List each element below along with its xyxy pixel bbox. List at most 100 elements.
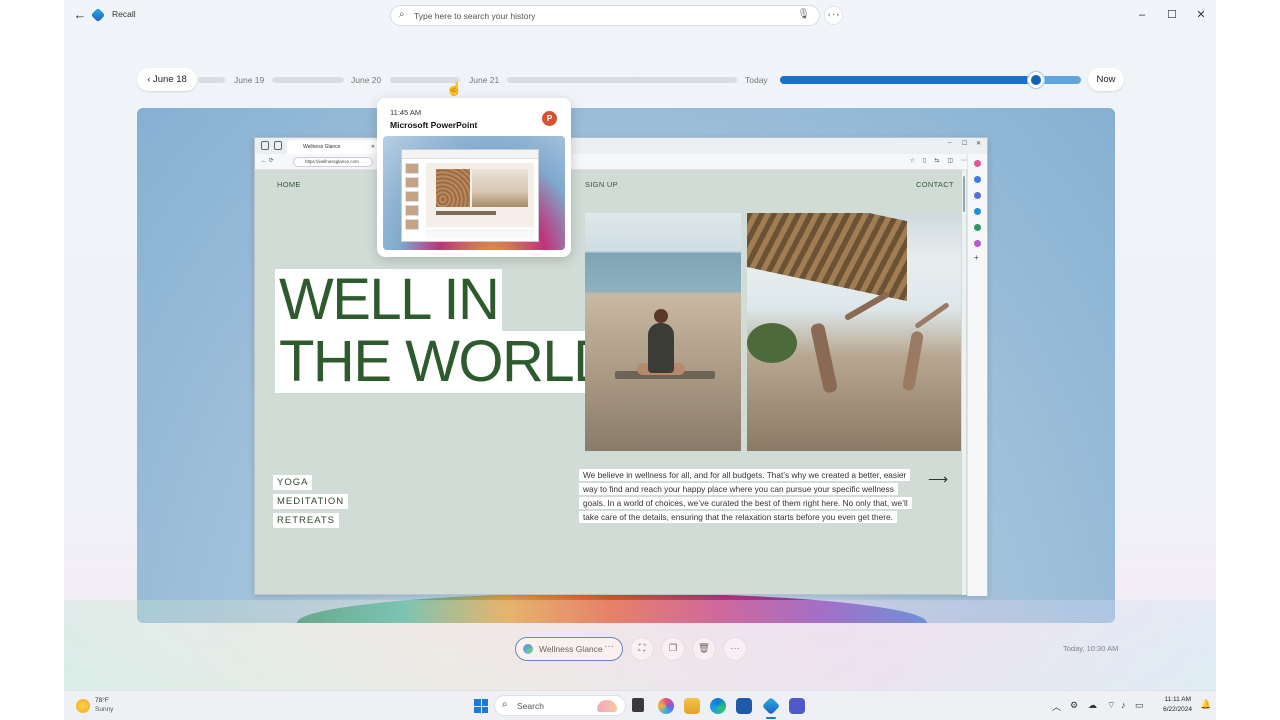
close-tab-icon[interactable]: ✕ — [371, 140, 375, 154]
browser-close-icon[interactable]: ✕ — [976, 140, 981, 147]
store-icon[interactable] — [736, 698, 752, 714]
edge-icon — [523, 644, 533, 654]
chevron-up-icon[interactable]: ︿ — [1052, 700, 1061, 713]
browser-address-bar[interactable]: https://wellnessglance.com — [293, 157, 373, 167]
sidebar-app-icon[interactable] — [974, 208, 981, 215]
battery-icon[interactable]: ▭ — [1135, 700, 1144, 711]
figure-2-arms — [914, 301, 950, 330]
windows-logo-pane — [481, 706, 488, 713]
sidebar-app-icon[interactable] — [974, 176, 981, 183]
notification-bell-icon[interactable]: 🔔 — [1200, 699, 1211, 710]
back-arrow-icon[interactable]: ← — [72, 7, 88, 23]
microphone-icon[interactable]: 🎙 — [797, 9, 810, 20]
delete-button[interactable]: 🗑 — [692, 637, 716, 661]
timeline-now-button[interactable]: Now — [1088, 68, 1124, 91]
weather-condition[interactable]: Sunny — [95, 706, 113, 713]
recall-logo-icon — [90, 7, 106, 23]
tab-actions-icon — [274, 141, 282, 150]
code-view-button[interactable]: ‹·› — [824, 6, 843, 25]
browser-nav-icons[interactable]: ← ⟳ — [261, 157, 274, 164]
figure-1-arms — [843, 290, 891, 322]
history-search-input[interactable] — [414, 8, 794, 23]
snapshot-timestamp: Today, 10:30 AM — [1063, 644, 1119, 653]
menu-yoga[interactable]: YOGA — [273, 475, 313, 490]
task-view-icon[interactable] — [632, 698, 644, 712]
snapshot-app-chip[interactable]: Wellness Glance ··· — [515, 637, 623, 661]
timeline-date-label: June 20 — [351, 75, 382, 85]
snapshot-app-label: Wellness Glance — [539, 644, 603, 654]
meditation-photo — [585, 213, 741, 451]
timeline-segment[interactable] — [198, 77, 225, 83]
search-icon: ⌕ — [502, 699, 508, 710]
timeline-hover-card[interactable]: 11:45 AM Microsoft PowerPoint P — [377, 98, 571, 257]
tray-app-icon[interactable]: ⚙ — [1070, 700, 1078, 711]
timeline-track-active — [780, 76, 1036, 84]
title-bar: ← Recall ⌕ 🎙 ‹·› – ☐ ✕ — [64, 0, 1216, 30]
copilot-icon[interactable] — [974, 160, 981, 167]
ppt-slide — [426, 163, 534, 227]
sidebar-app-icon[interactable] — [974, 240, 981, 247]
taskbar: 78°F Sunny ⌕ Search ︿ ⚙ ☁ ⌔ ♪ ▭ 11:11 AM… — [64, 690, 1216, 720]
screenshot-button[interactable]: ⛶ — [630, 637, 654, 661]
weather-sun-icon[interactable] — [76, 699, 90, 713]
timeline-date-label: June 19 — [234, 75, 265, 85]
history-search-box[interactable]: ⌕ 🎙 — [390, 5, 820, 26]
clock-date[interactable]: 6/22/2024 — [1154, 706, 1192, 713]
browser-sidebar: + — [967, 154, 987, 596]
file-explorer-icon[interactable] — [684, 698, 700, 714]
browser-tab[interactable]: Wellness Glance ✕ — [287, 140, 379, 154]
app-title: Recall — [112, 9, 136, 19]
sidebar-app-icon[interactable] — [974, 192, 981, 199]
more-icon[interactable]: ··· — [604, 641, 614, 652]
browser-maximize-icon[interactable]: ☐ — [962, 140, 967, 147]
timeline-start-button[interactable]: ‹ June 18 — [137, 68, 197, 91]
maximize-button[interactable]: ☐ — [1164, 7, 1180, 23]
timeline-slider-thumb[interactable] — [1027, 72, 1044, 88]
onedrive-icon[interactable]: ☁ — [1088, 700, 1097, 711]
hover-card-thumbnail[interactable] — [383, 136, 565, 250]
figure-1 — [809, 322, 839, 394]
close-button[interactable]: ✕ — [1193, 7, 1209, 23]
ppt-thumb — [405, 205, 419, 216]
browser-minimize-icon[interactable]: – — [948, 140, 951, 146]
minimize-button[interactable]: – — [1134, 7, 1150, 23]
add-icon[interactable]: + — [974, 254, 981, 262]
timeline-date-label: June 21 — [469, 75, 500, 85]
yoga-pose-photo — [747, 213, 961, 451]
hover-card-app-name: Microsoft PowerPoint — [390, 120, 478, 130]
timeline-segment[interactable] — [272, 77, 344, 83]
teams-icon[interactable] — [789, 698, 805, 714]
taskbar-search[interactable]: ⌕ Search — [494, 695, 626, 716]
tree — [747, 323, 797, 363]
wifi-icon[interactable]: ⌔ — [1107, 700, 1115, 711]
recall-icon[interactable] — [761, 696, 781, 716]
weather-temperature[interactable]: 78°F — [95, 697, 109, 704]
captured-browser-window[interactable]: Wellness Glance ✕ – ☐ ✕ ← ⟳ https://well… — [254, 137, 988, 596]
sidebar-app-icon[interactable] — [974, 224, 981, 231]
volume-icon[interactable]: ♪ — [1121, 700, 1126, 710]
nav-home[interactable]: HOME — [277, 180, 301, 189]
thatched-roof — [747, 213, 907, 302]
timeline-today-track[interactable] — [780, 66, 1081, 94]
windows-logo-pane — [474, 699, 481, 706]
nav-contact[interactable]: CONTACT — [916, 180, 954, 189]
arrow-right-icon[interactable]: ⟶ — [928, 471, 948, 488]
hero-title-line-1: WELL IN — [275, 269, 503, 331]
windows-logo-pane — [481, 699, 488, 706]
browser-tool-icons[interactable]: ☆▯⇆◫⋯ — [910, 157, 975, 164]
clock-time[interactable]: 11:11 AM — [1157, 696, 1192, 703]
copilot-icon[interactable] — [658, 698, 674, 714]
timeline: ‹ June 18 June 19 June 20 June 21 Today … — [64, 66, 1216, 96]
menu-retreats[interactable]: RETREATS — [273, 513, 339, 528]
menu-meditation[interactable]: MEDITATION — [273, 494, 349, 509]
start-button[interactable] — [474, 699, 488, 713]
ppt-thumb — [405, 191, 419, 202]
browser-tab-strip: Wellness Glance ✕ – ☐ ✕ — [255, 138, 987, 154]
copy-button[interactable]: ❐ — [661, 637, 685, 661]
edge-icon[interactable] — [710, 698, 726, 714]
timeline-segment[interactable] — [507, 77, 737, 83]
more-options-button[interactable]: ··· — [723, 637, 747, 661]
nav-sign-up[interactable]: SIGN UP — [585, 180, 618, 189]
ppt-thumb — [405, 163, 419, 174]
browser-toolbar: ← ⟳ https://wellnessglance.com ☆▯⇆◫⋯ — [255, 154, 987, 170]
